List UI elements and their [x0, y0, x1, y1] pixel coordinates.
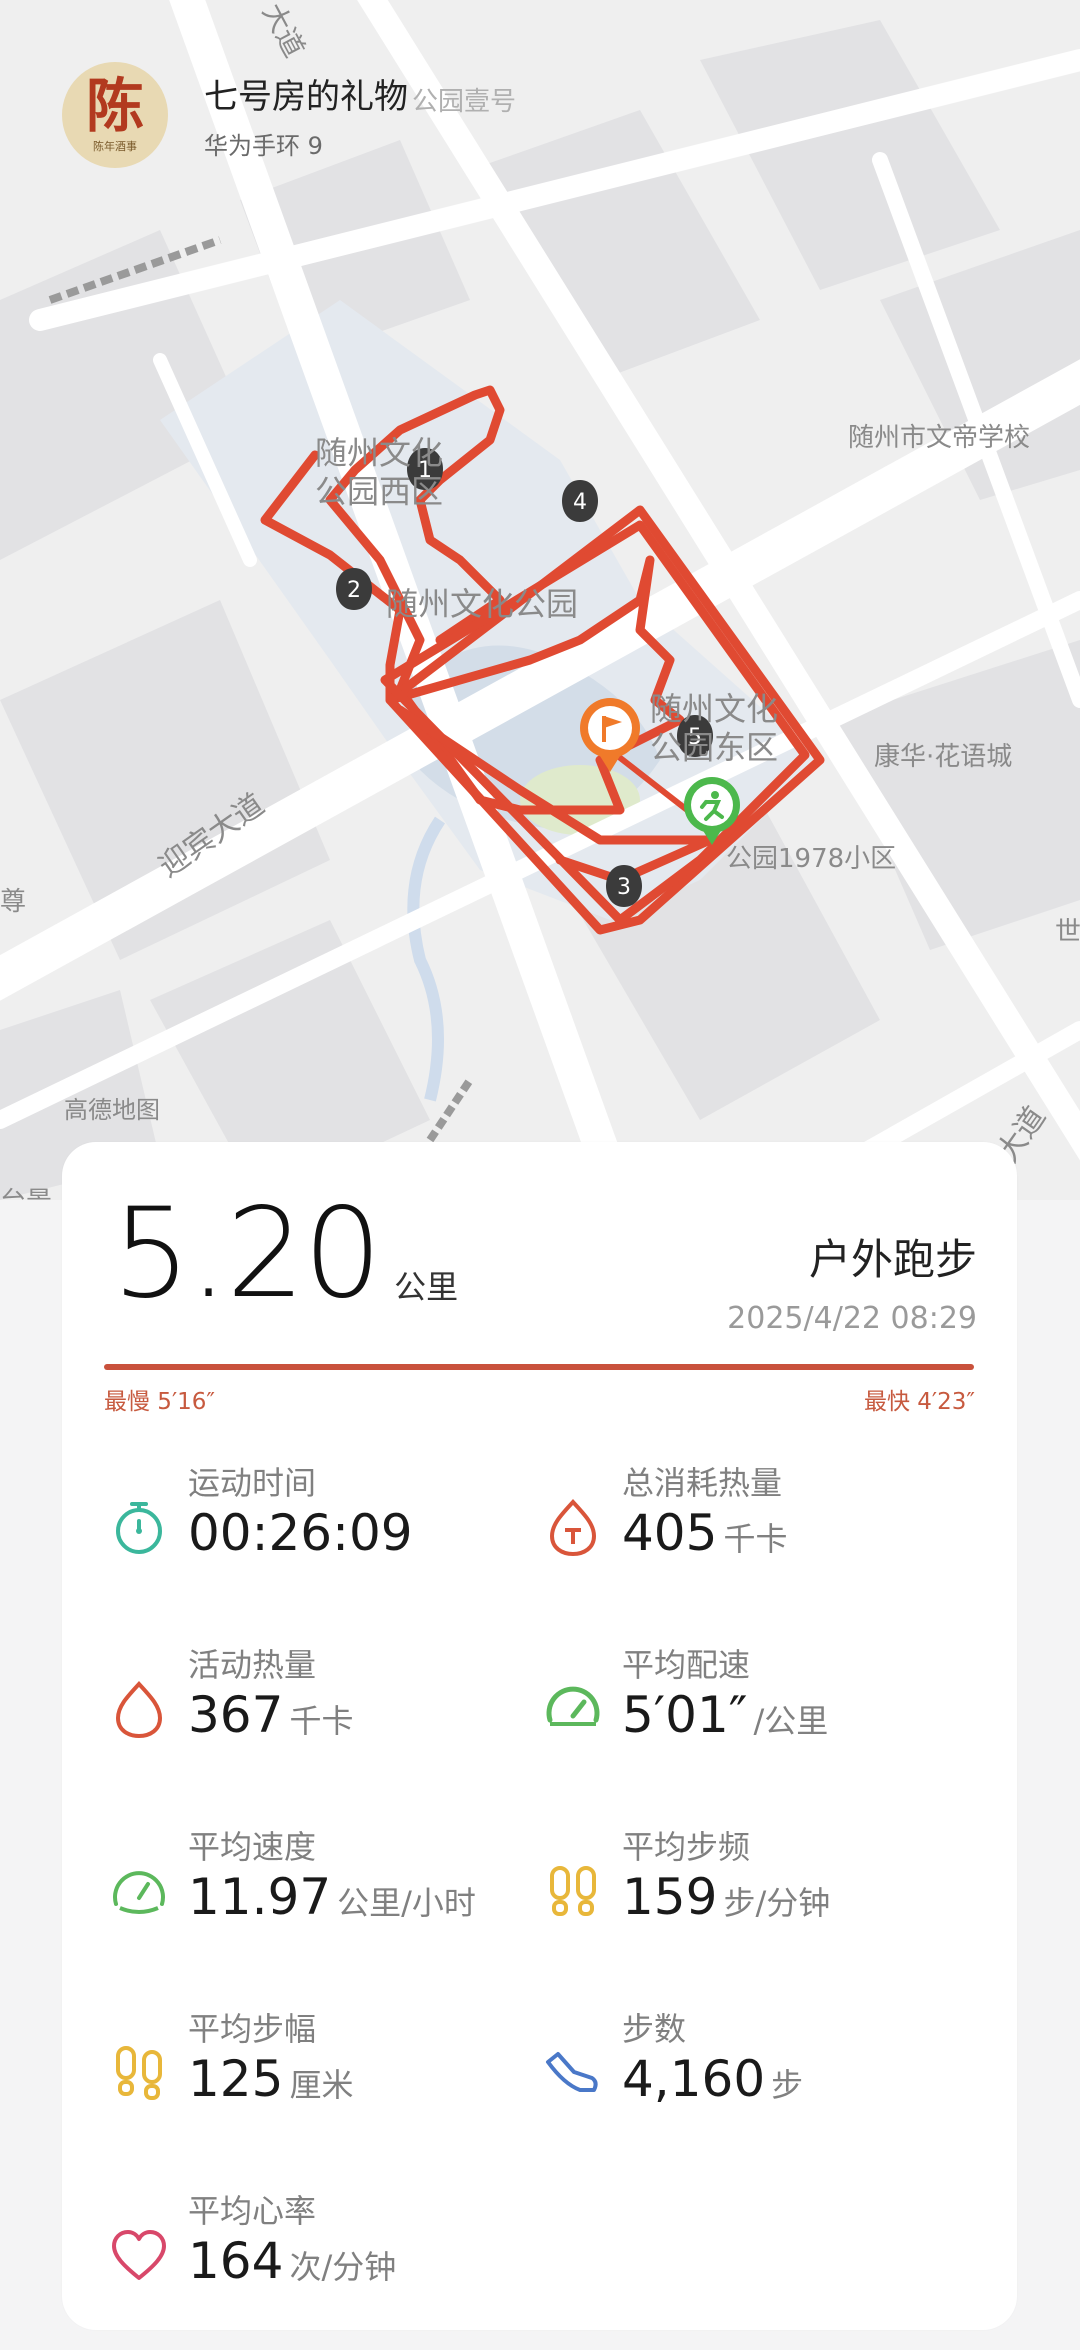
pace-bar [104, 1364, 974, 1370]
split-marker-4: 4 [573, 490, 587, 515]
stat-label: 总消耗热量 [622, 1464, 783, 1502]
user-name: 七号房的礼物 [204, 77, 408, 117]
stat-avg-cadence: 平均步频 159 步/分钟 [540, 1822, 980, 1942]
stat-avg-pace: 平均配速 5′01″/公里 [540, 1640, 980, 1760]
stat-value: 125 [188, 2050, 284, 2108]
park-east-label: 随州文化公园东区 [650, 690, 778, 766]
heart-icon [112, 2230, 166, 2280]
gongyuan1-label: 公园壹号 [412, 87, 516, 117]
split-marker-3: 3 [617, 875, 631, 900]
user-header[interactable]: 陈 陈年酒事 七号房的礼物 华为手环 9 [62, 62, 408, 168]
stat-active-calories: 活动热量 367 千卡 [106, 1640, 546, 1760]
stat-unit: 千卡 [723, 1520, 788, 1558]
stat-label: 步数 [622, 2010, 687, 2048]
stat-unit: 公里/小时 [337, 1884, 476, 1922]
park1978-label: 公园1978小区 [726, 844, 896, 874]
stat-unit: 步/分钟 [723, 1884, 831, 1922]
stat-unit: 厘米 [289, 2066, 354, 2104]
stat-value: 11.97 [188, 1868, 332, 1926]
school-label: 随州市文帝学校 [848, 423, 1030, 453]
shi-label: 世 [1055, 917, 1080, 947]
gaode-label: 高德地图 [64, 1096, 160, 1124]
device-name: 华为手环 9 [204, 132, 323, 160]
avatar[interactable]: 陈 陈年酒事 [62, 62, 168, 168]
stat-label: 运动时间 [188, 1464, 317, 1502]
calorie-total-icon [549, 1499, 597, 1557]
route-map[interactable]: 1 2 3 4 5 随州文化公园西区 随州文化公园 随州文化公园东区 随州市文帝… [0, 0, 1080, 1200]
stat-unit: 千卡 [289, 1702, 354, 1740]
stat-unit: /公里 [753, 1702, 829, 1740]
stat-avg-stride: 平均步幅 125 厘米 [106, 2004, 546, 2124]
taijing-label: 台景 [0, 1187, 52, 1200]
slowest-pace: 最慢 5′16″ [104, 1389, 216, 1415]
zun-label: 尊 [0, 887, 26, 917]
speedometer-icon [113, 1871, 165, 1914]
stat-label: 活动热量 [188, 1646, 317, 1684]
distance-unit: 公里 [394, 1268, 459, 1306]
stat-value: 367 [188, 1686, 284, 1744]
distance-value: 5.20 [112, 1182, 382, 1326]
stat-label: 平均心率 [188, 2192, 317, 2230]
stat-value: 405 [622, 1504, 718, 1562]
stat-unit: 次/分钟 [289, 2248, 397, 2286]
stat-avg-heart-rate: 平均心率 164 次/分钟 [106, 2186, 546, 2306]
stopwatch-icon [116, 1502, 162, 1554]
stat-value: 164 [188, 2232, 284, 2290]
stat-value: 5′01″ [622, 1686, 748, 1744]
avatar-char: 陈 [85, 72, 144, 140]
summary-card: 5.20 公里 户外跑步 2025/4/22 08:29 最慢 5′16″ 最快… [62, 1142, 1017, 2330]
sport-info: 户外跑步 2025/4/22 08:29 [727, 1226, 977, 1336]
footprints-icon [550, 1866, 596, 1916]
park-west-label: 随州文化公园西区 [315, 434, 443, 510]
avatar-sub: 陈年酒事 [93, 140, 137, 153]
stat-unit: 步 [771, 2066, 804, 2104]
stat-label: 平均速度 [188, 1828, 317, 1866]
stat-value: 159 [622, 1868, 718, 1926]
distance-block: 5.20 公里 [112, 1192, 458, 1316]
shoe-icon [546, 2052, 598, 2092]
stat-value: 4,160 [622, 2050, 766, 2108]
stat-label: 平均配速 [622, 1646, 751, 1684]
stat-avg-speed: 平均速度 11.97 公里/小时 [106, 1822, 546, 1942]
flame-icon [115, 1681, 163, 1739]
stat-total-calories: 总消耗热量 405 千卡 [540, 1458, 980, 1578]
park-label: 随州文化公园 [386, 585, 578, 623]
sport-type: 户外跑步 [808, 1235, 977, 1284]
kanghua-label: 康华·花语城 [874, 742, 1012, 772]
stat-duration: 运动时间 00:26:09 [106, 1458, 546, 1578]
stat-value: 00:26:09 [188, 1504, 413, 1562]
stat-label: 平均步频 [622, 1828, 751, 1866]
fastest-pace: 最快 4′23″ [863, 1389, 975, 1415]
stat-steps: 步数 4,160 步 [540, 2004, 980, 2124]
split-marker-2: 2 [347, 578, 361, 603]
workout-datetime: 2025/4/22 08:29 [727, 1301, 977, 1336]
pace-gauge-icon [546, 1686, 600, 1726]
stat-label: 平均步幅 [188, 2010, 317, 2048]
footprints-stride-icon [116, 2046, 162, 2100]
